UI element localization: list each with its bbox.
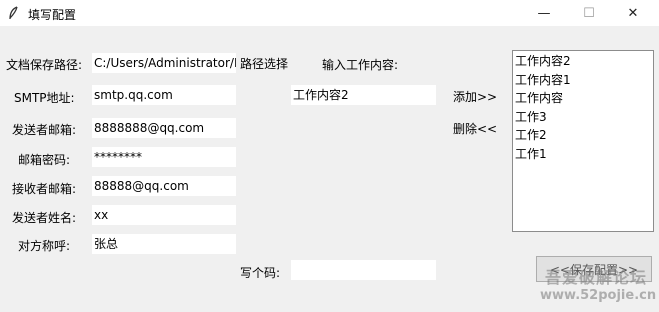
work-content-input[interactable]: 工作内容2	[291, 85, 436, 105]
sender-email-input[interactable]: 8888888@qq.com	[92, 118, 236, 138]
config-form: 文档保存路径: C:/Users/Administrator/De 路径选择 输…	[0, 26, 659, 312]
code-input[interactable]	[291, 260, 436, 280]
recipient-title-label: 对方称呼:	[18, 239, 71, 253]
window-title: 填写配置	[28, 8, 77, 22]
maximize-icon: ☐	[583, 5, 595, 21]
path-select-button[interactable]: 路径选择	[240, 55, 288, 72]
list-item[interactable]: 工作内容2	[515, 52, 651, 71]
password-label: 邮箱密码:	[18, 153, 71, 167]
close-icon: ✕	[627, 5, 639, 21]
sender-name-input[interactable]: xx	[92, 205, 236, 225]
watermark-url: www.52pojie.cn	[540, 288, 657, 303]
watermark-text: 吾爱破解论坛	[545, 268, 648, 287]
list-item[interactable]: 工作2	[515, 126, 651, 145]
sender-name-label: 发送者姓名:	[12, 211, 77, 225]
path-input[interactable]: C:/Users/Administrator/De	[92, 53, 236, 73]
delete-button[interactable]: 删除<<	[453, 120, 497, 137]
list-item[interactable]: 工作3	[515, 108, 651, 127]
feather-icon	[9, 6, 18, 20]
receiver-email-input[interactable]: 88888@qq.com	[92, 176, 236, 196]
smtp-label: SMTP地址:	[14, 91, 75, 105]
password-input[interactable]: ********	[92, 147, 236, 167]
work-input-label: 输入工作内容:	[322, 58, 399, 72]
sender-email-label: 发送者邮箱:	[12, 123, 77, 137]
maximize-button[interactable]: ☐	[566, 0, 612, 26]
list-item[interactable]: 工作内容	[515, 89, 651, 108]
smtp-input[interactable]: smtp.qq.com	[92, 85, 236, 105]
minimize-icon: —	[537, 5, 551, 21]
code-label: 写个码:	[240, 266, 281, 280]
add-button[interactable]: 添加>>	[453, 88, 497, 105]
title-bar[interactable]: 填写配置 — ☐ ✕	[0, 0, 659, 26]
receiver-email-label: 接收者邮箱:	[12, 182, 77, 196]
recipient-title-input[interactable]: 张总	[92, 234, 236, 254]
work-content-listbox[interactable]: 工作内容2 工作内容1 工作内容 工作3 工作2 工作1	[512, 50, 654, 232]
path-label: 文档保存路径:	[6, 58, 83, 72]
close-button[interactable]: ✕	[610, 0, 656, 26]
list-item[interactable]: 工作内容1	[515, 71, 651, 90]
minimize-button[interactable]: —	[521, 0, 567, 26]
list-item[interactable]: 工作1	[515, 145, 651, 164]
